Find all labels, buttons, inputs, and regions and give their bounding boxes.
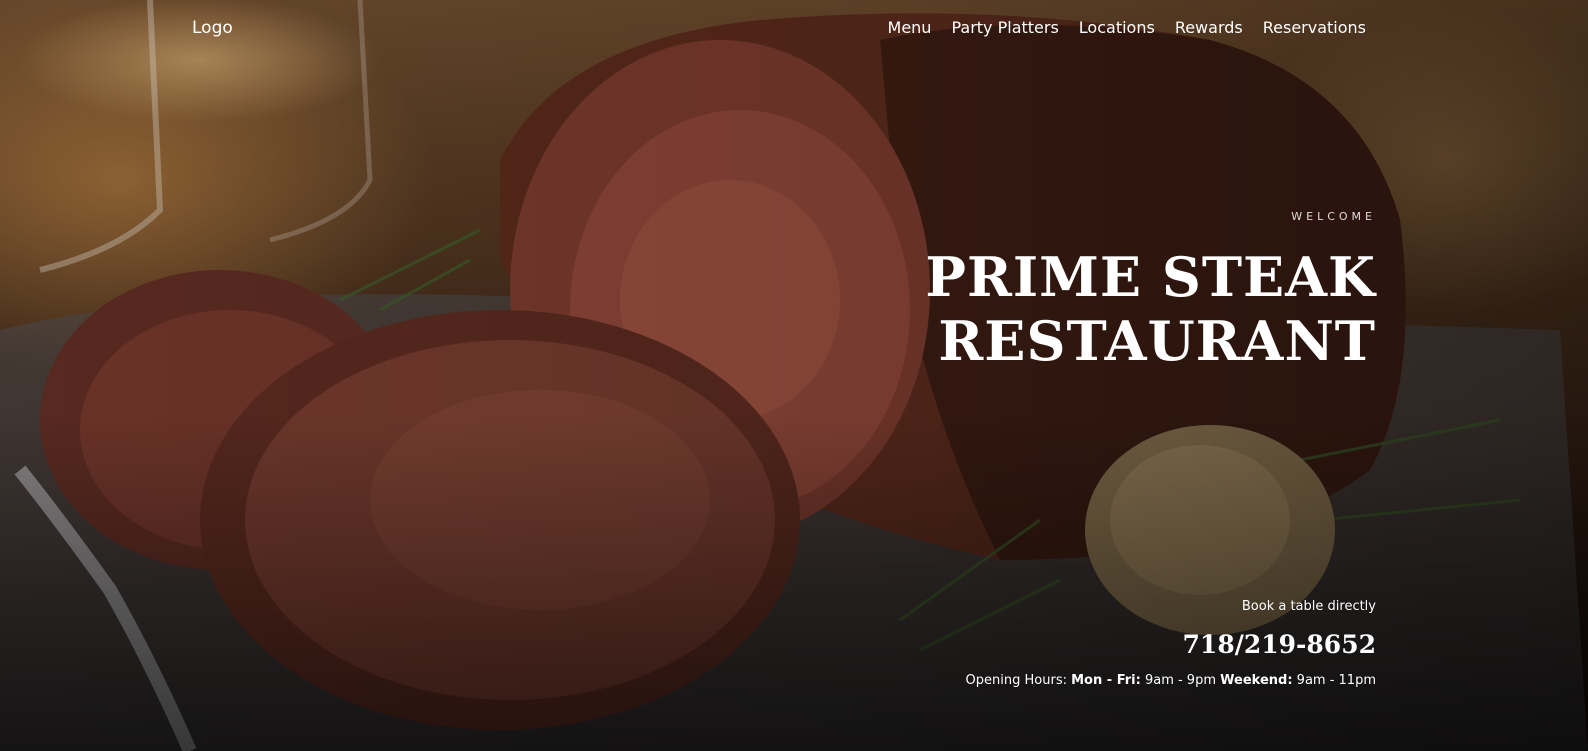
nav-item-menu[interactable]: Menu [888,18,932,37]
weekend-label: Weekend: [1220,673,1293,688]
main-menu: Menu Party Platters Locations Rewards Re… [888,18,1366,37]
title-line-1: PRIME STEAK [925,245,1376,309]
nav-item-rewards[interactable]: Rewards [1175,18,1243,37]
nav-item-party-platters[interactable]: Party Platters [951,18,1058,37]
weekday-label: Mon - Fri: [1071,673,1141,688]
hero-content: WELCOME PRIME STEAK RESTAURANT [776,210,1376,373]
nav-item-reservations[interactable]: Reservations [1263,18,1366,37]
title-line-2: RESTAURANT [938,309,1376,373]
opening-hours: Opening Hours: Mon - Fri: 9am - 9pm Week… [966,673,1376,688]
top-navigation: Logo Menu Party Platters Locations Rewar… [0,0,1588,58]
logo[interactable]: Logo [192,18,233,38]
weekend-hours: 9am - 11pm [1296,673,1376,688]
nav-item-locations[interactable]: Locations [1079,18,1155,37]
phone-number-link[interactable]: 718/219-8652 [1183,630,1376,659]
weekday-hours: 9am - 9pm [1144,673,1216,688]
welcome-eyebrow: WELCOME [1291,210,1376,223]
page-title: PRIME STEAK RESTAURANT [776,245,1376,373]
book-table-label: Book a table directly [1241,599,1376,614]
hours-prefix: Opening Hours: [965,673,1067,688]
